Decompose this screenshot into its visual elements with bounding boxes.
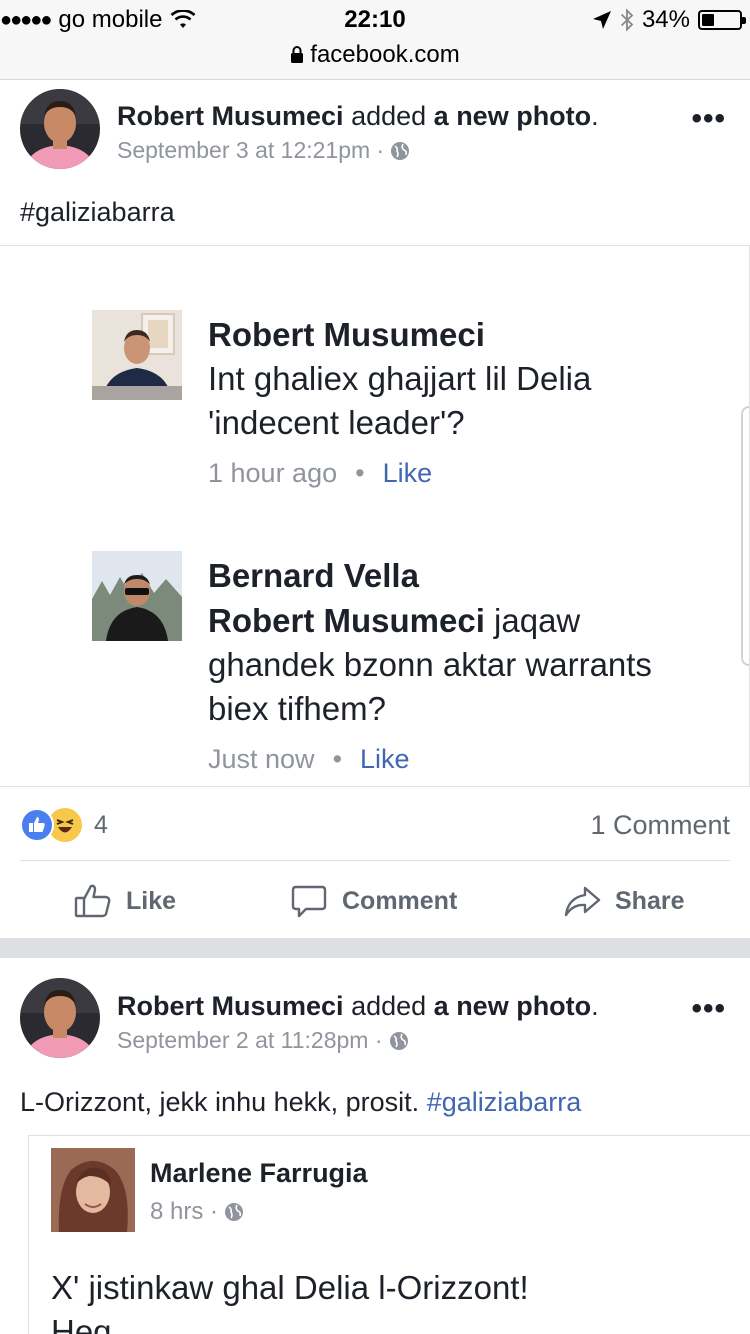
action-suffix: . xyxy=(591,101,599,131)
post-meta: September 3 at 12:21pm · xyxy=(117,137,410,164)
post-header-title: Robert Musumeci added a new photo. xyxy=(117,101,599,132)
globe-icon xyxy=(389,1031,408,1050)
post-action-bar: Like Comment Share xyxy=(0,870,750,934)
action-prefix: added xyxy=(351,101,427,131)
battery-icon xyxy=(698,10,746,30)
author-name[interactable]: Robert Musumeci xyxy=(117,101,344,131)
action-object[interactable]: a new photo xyxy=(434,101,592,131)
shared-time: 8 hrs · xyxy=(150,1198,219,1225)
globe-icon xyxy=(225,1203,244,1221)
comment-line: ghandek bzonn aktar warrants xyxy=(208,646,652,683)
author-avatar[interactable] xyxy=(20,978,100,1058)
system-indicators: 34% xyxy=(592,6,746,34)
comment-like-link: Like xyxy=(382,458,433,488)
comment-count-link[interactable]: 1 Comment xyxy=(590,810,730,841)
divider xyxy=(20,860,730,861)
commenter-photo xyxy=(92,310,182,400)
shared-author-name: Marlene Farrugia xyxy=(150,1158,368,1188)
action-object[interactable]: a new photo xyxy=(434,991,592,1021)
photo-scroll-edge xyxy=(741,406,749,666)
shared-text-line: Heq xyxy=(51,1313,112,1334)
url-text: facebook.com xyxy=(310,41,460,68)
post-timestamp[interactable]: September 2 at 11:28pm · xyxy=(117,1027,383,1054)
comment-text: Robert Musumeci jaqaw ghandek bzonn akta… xyxy=(208,599,652,731)
comment-meta: 1 hour ago • Like xyxy=(208,458,432,489)
lock-icon xyxy=(291,46,304,63)
comment-button[interactable]: Comment xyxy=(290,882,457,920)
post-meta: September 2 at 11:28pm · xyxy=(117,1027,409,1054)
address-bar[interactable]: facebook.com xyxy=(0,41,750,69)
author-name[interactable]: Robert Musumeci xyxy=(117,991,344,1021)
meta-dot: • xyxy=(355,458,365,488)
author-avatar[interactable] xyxy=(20,89,100,169)
bluetooth-icon xyxy=(620,8,634,32)
post-hashtag[interactable]: #galiziabarra xyxy=(427,1087,582,1117)
comment-line: Robert Musumeci jaqaw xyxy=(208,599,652,643)
post-text: L-Orizzont, jekk inhu hekk, prosit. #gal… xyxy=(20,1087,581,1118)
comment-time: Just now xyxy=(208,744,315,774)
comment-like-link: Like xyxy=(360,744,410,774)
like-button-label: Like xyxy=(126,886,177,915)
like-reaction-icon xyxy=(20,808,54,842)
thumbs-up-icon xyxy=(74,884,111,918)
share-button[interactable]: Share xyxy=(563,882,684,920)
battery-percent: 34% xyxy=(641,6,690,33)
commenter-photo xyxy=(92,551,182,641)
battery-tip xyxy=(742,17,746,24)
cropped-text-fragment xyxy=(195,245,445,250)
comment-line: biex tifhem? xyxy=(208,690,386,727)
more-options-button[interactable]: ••• xyxy=(691,992,726,1026)
comment-bubble-icon xyxy=(291,885,327,918)
share-button-label: Share xyxy=(615,886,685,915)
status-bar: ●●●●● go mobile 22:10 facebook.com 34% xyxy=(0,0,750,80)
shared-text-line: X' jistinkaw ghal Delia l-Orizzont! xyxy=(51,1269,529,1306)
comment-line-rest: jaqaw xyxy=(484,602,581,639)
more-options-button[interactable]: ••• xyxy=(691,102,726,136)
action-prefix: added xyxy=(351,991,427,1021)
comment-text: Int ghaliex ghajjart lil Delia 'indecent… xyxy=(208,357,591,445)
location-arrow-icon xyxy=(592,11,611,29)
feed-separator xyxy=(0,938,750,958)
like-button[interactable]: Like xyxy=(74,882,176,920)
post-timestamp[interactable]: September 3 at 12:21pm · xyxy=(117,137,384,164)
post-photo[interactable]: Robert Musumeci Int ghaliex ghajjart lil… xyxy=(0,245,750,787)
commenter-avatar xyxy=(92,551,182,641)
action-suffix: . xyxy=(591,991,599,1021)
post-text-body: L-Orizzont, jekk inhu hekk, prosit. xyxy=(20,1087,420,1117)
comment-line: Int ghaliex ghajjart lil Delia xyxy=(208,360,592,397)
globe-icon xyxy=(391,141,410,160)
meta-dot: • xyxy=(332,744,343,774)
shared-author-photo xyxy=(51,1148,135,1232)
comment-mention: Robert Musumeci xyxy=(208,602,485,639)
battery-level xyxy=(702,14,714,26)
share-arrow-icon xyxy=(564,886,601,917)
shared-post-photo[interactable]: Marlene Farrugia 8 hrs · X' jistinkaw gh… xyxy=(28,1135,750,1334)
shared-text: X' jistinkaw ghal Delia l-Orizzont! Heq xyxy=(51,1266,529,1334)
comment-time: 1 hour ago xyxy=(208,458,338,488)
comment-button-label: Comment xyxy=(342,886,458,915)
shared-author-avatar xyxy=(51,1148,135,1232)
reaction-count: 4 xyxy=(94,810,108,839)
comment-meta: Just now • Like xyxy=(208,744,410,775)
comment-line: 'indecent leader'? xyxy=(208,404,465,441)
shared-meta: 8 hrs · xyxy=(150,1198,244,1226)
commenter-avatar xyxy=(92,310,182,400)
post-header-title: Robert Musumeci added a new photo. xyxy=(117,991,599,1022)
profile-photo xyxy=(20,89,100,169)
profile-photo xyxy=(20,978,100,1058)
reactions-summary[interactable]: 4 xyxy=(20,808,108,842)
comment-author: Bernard Vella xyxy=(208,557,419,594)
post-hashtag[interactable]: #galiziabarra xyxy=(20,197,175,228)
comment-author: Robert Musumeci xyxy=(208,316,485,353)
